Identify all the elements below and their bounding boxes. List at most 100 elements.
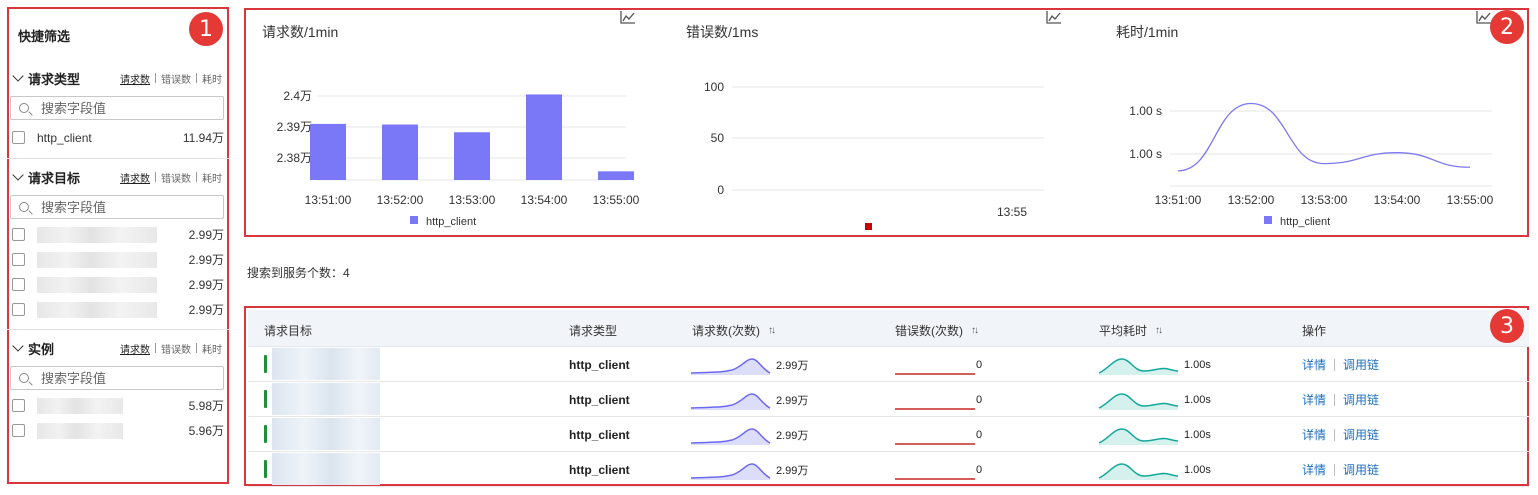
legend-label: http_client [1280, 216, 1330, 228]
cell-requests: 2.99万 [690, 347, 808, 382]
legend-swatch [1264, 216, 1272, 224]
table-row[interactable]: http_client 2.99万 0 1.00s 详情 调用链 [248, 347, 1529, 382]
table-row[interactable]: http_client 2.99万 0 1.00s 详情 调用链 [248, 417, 1529, 452]
trace-link[interactable]: 调用链 [1343, 461, 1379, 478]
y-tick-label: 1.00 s [1129, 104, 1162, 118]
tab-latency[interactable]: 耗时 [200, 71, 224, 86]
y-tick-label: 1.00 s [1129, 147, 1162, 161]
trace-link[interactable]: 调用链 [1343, 426, 1379, 443]
redacted-label [37, 301, 157, 318]
chevron-down-icon [12, 70, 24, 82]
table-row[interactable]: http_client 2.99万 0 1.00s 详情 调用链 [248, 452, 1529, 487]
bar [310, 123, 346, 180]
checkbox[interactable] [12, 228, 25, 241]
latency-sparkline [1098, 357, 1179, 375]
cell-actions: 详情 调用链 [1302, 382, 1379, 417]
tab-latency[interactable]: 耗时 [200, 341, 224, 356]
cell-actions: 详情 调用链 [1302, 417, 1379, 452]
detail-link[interactable]: 详情 [1302, 356, 1326, 373]
list-item[interactable]: 5.98万 [10, 393, 224, 418]
checkbox[interactable] [12, 424, 25, 437]
requests-sparkline [690, 357, 771, 375]
cell-type: http_client [569, 427, 630, 442]
redacted-label [37, 276, 157, 293]
latency-chart-svg: 1.00 s 1.00 s 13:51:00 13:52:00 13:53:00 13:5… [1129, 102, 1494, 228]
list-item[interactable]: 2.99万 [10, 222, 224, 247]
x-tick-label: 13:51:00 [1155, 193, 1202, 207]
search-input[interactable] [41, 370, 211, 386]
badge-2: 2 [1490, 10, 1524, 44]
col-actions: 操作 [1302, 324, 1327, 338]
tab-errors[interactable]: 错误数 [159, 170, 193, 185]
bar [382, 124, 418, 180]
checkbox[interactable] [12, 253, 25, 266]
x-tick-label: 13:55 [997, 205, 1027, 219]
detail-link[interactable]: 详情 [1302, 391, 1326, 408]
y-tick-label: 2.38万 [277, 151, 312, 165]
list-item[interactable]: 2.99万 [10, 297, 224, 322]
tab-latency[interactable]: 耗时 [200, 170, 224, 185]
y-tick-label: 100 [704, 80, 724, 94]
chart-requests: 请求数/1min 2.4万 2.39万 2.38万 13:51:00 13:52:00 1… [246, 10, 658, 235]
y-tick-label: 2.4万 [283, 89, 312, 103]
col-requests[interactable]: 请求数(次数) ↑↓ [692, 322, 776, 339]
search-field[interactable] [10, 96, 224, 120]
tab-requests[interactable]: 请求数 [118, 71, 152, 86]
chart-latency: 耗时/1min 1.00 s 1.00 s 13:51:00 13:52:00 13:5… [1100, 10, 1529, 235]
tab-requests[interactable]: 请求数 [118, 170, 152, 185]
redacted-target[interactable] [272, 348, 380, 380]
cell-avg-latency: 1.00s [1098, 452, 1211, 487]
trace-link[interactable]: 调用链 [1343, 391, 1379, 408]
x-tick-label: 13:55:00 [1447, 193, 1494, 207]
x-tick-label: 13:53:00 [449, 193, 496, 207]
search-field[interactable] [10, 366, 224, 390]
table-row[interactable]: http_client 2.99万 0 1.00s 详情 调用链 [248, 382, 1529, 417]
list-item[interactable]: 2.99万 [10, 272, 224, 297]
errors-sparkline [895, 477, 975, 480]
cell-requests: 2.99万 [690, 417, 808, 452]
trace-link[interactable]: 调用链 [1343, 356, 1379, 373]
checkbox[interactable] [12, 303, 25, 316]
cell-errors: 0 [894, 382, 982, 417]
chevron-down-icon [12, 340, 24, 352]
detail-link[interactable]: 详情 [1302, 461, 1326, 478]
sort-icon[interactable]: ↑↓ [768, 325, 776, 336]
x-tick-label: 13:53:00 [1301, 193, 1348, 207]
section-toggle[interactable]: 请求目标 [10, 168, 80, 187]
section-toggle[interactable]: 请求类型 [10, 69, 80, 88]
latency-sparkline [1098, 427, 1179, 445]
list-item[interactable]: http_client 11.94万 [10, 125, 224, 150]
tab-requests[interactable]: 请求数 [118, 341, 152, 356]
cell-type: http_client [569, 462, 630, 477]
search-input[interactable] [41, 199, 211, 215]
redacted-label [37, 251, 157, 268]
requests-sparkline [690, 462, 771, 480]
checkbox[interactable] [12, 131, 25, 144]
x-tick-label: 13:54:00 [1374, 193, 1421, 207]
sort-icon[interactable]: ↑↓ [971, 325, 979, 336]
x-tick-label: 13:54:00 [521, 193, 568, 207]
requests-sparkline [690, 392, 771, 410]
legend-swatch [410, 216, 418, 224]
redacted-target[interactable] [272, 418, 380, 450]
search-input[interactable] [41, 100, 211, 116]
search-field[interactable] [10, 195, 224, 219]
list-item[interactable]: 2.99万 [10, 247, 224, 272]
detail-link[interactable]: 详情 [1302, 426, 1326, 443]
sort-icon[interactable]: ↑↓ [1155, 325, 1163, 336]
x-tick-label: 13:52:00 [1228, 193, 1275, 207]
redacted-target[interactable] [272, 453, 380, 485]
redacted-target[interactable] [272, 383, 380, 415]
checkbox[interactable] [12, 278, 25, 291]
status-indicator [264, 425, 267, 443]
col-errors[interactable]: 错误数(次数) ↑↓ [895, 322, 979, 339]
tab-errors[interactable]: 错误数 [159, 341, 193, 356]
col-avg-latency[interactable]: 平均耗时 ↑↓ [1099, 322, 1163, 339]
tab-errors[interactable]: 错误数 [159, 71, 193, 86]
section-toggle[interactable]: 实例 [10, 339, 54, 358]
errors-sparkline [895, 407, 975, 410]
redacted-label [37, 226, 157, 243]
x-tick-label: 13:51:00 [305, 193, 352, 207]
list-item[interactable]: 5.96万 [10, 418, 224, 443]
checkbox[interactable] [12, 399, 25, 412]
